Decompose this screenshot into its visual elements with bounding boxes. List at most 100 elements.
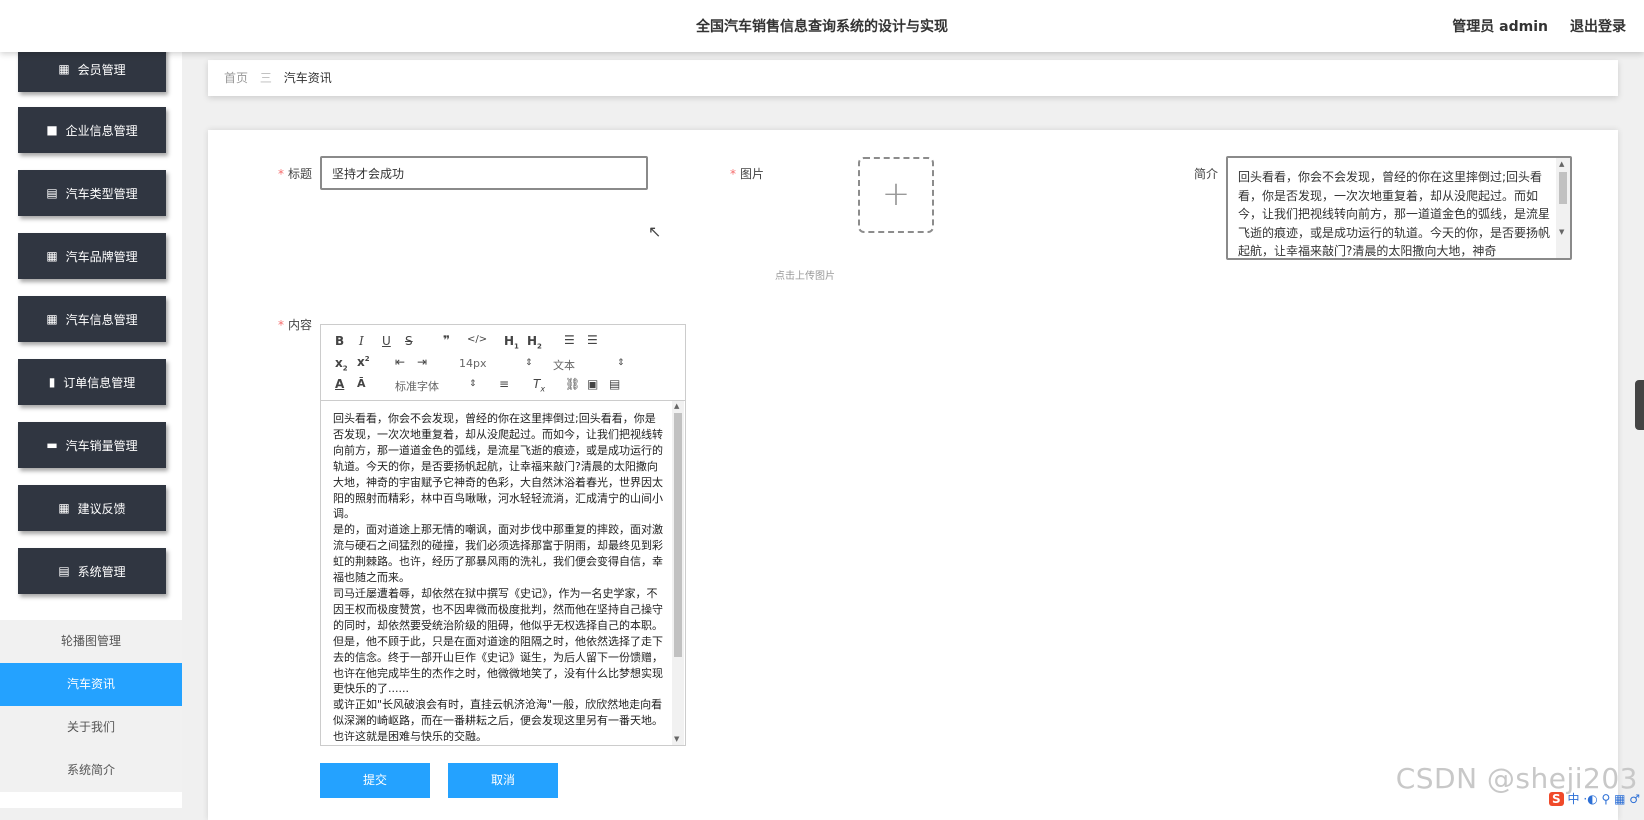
editor-scrollbar[interactable]: ▲ ▼ xyxy=(672,401,684,745)
ime-toolbar[interactable]: S 中 ·◐ ⚲ ▦ ♂ xyxy=(1549,790,1640,807)
menu-car-sales-management[interactable]: ▬ 汽车销量管理 xyxy=(18,422,166,468)
heading2-icon[interactable]: H2 xyxy=(527,334,542,350)
grid-icon: ▦ xyxy=(46,249,58,263)
menu-label: 建议反馈 xyxy=(77,501,126,516)
content-paragraph: 回头看看，你会不会发现，曾经的你在这里摔倒过;回头看看，你是否发现，一次次地重复… xyxy=(333,412,663,521)
monitor-icon: ▬ xyxy=(46,438,58,452)
menu-label: 企业信息管理 xyxy=(65,123,138,138)
content-paragraph: 是的，面对道途上那无情的嘲讽，面对步伐中那重复的摔跤，面对激流与硬石之间猛烈的碰… xyxy=(333,523,663,585)
ime-tools-icon: ·◐ ⚲ ▦ ♂ xyxy=(1583,792,1640,806)
font-family-value: 标准字体 xyxy=(395,380,439,393)
grid-icon: ▦ xyxy=(58,62,70,76)
menu-company-info-management[interactable]: ■ 企业信息管理 xyxy=(18,107,166,153)
block-format-select[interactable]: 文本 ⇕ xyxy=(553,357,627,373)
sidebar: ▦ 会员管理 ■ 企业信息管理 ▤ 汽车类型管理 ▦ 汽车品牌管理 ▦ 汽车信息… xyxy=(0,52,182,808)
scroll-up-icon[interactable]: ▲ xyxy=(674,402,679,410)
ordered-list-icon[interactable]: ☰ xyxy=(564,333,575,347)
current-user-label: 管理员 admin xyxy=(1452,19,1548,35)
grid-icon: ▦ xyxy=(46,312,58,326)
breadcrumb-home[interactable]: 首页 xyxy=(224,71,248,85)
bullet-list-icon[interactable]: ☰ xyxy=(587,333,598,347)
scroll-down-icon[interactable]: ▼ xyxy=(1559,228,1564,236)
mouse-cursor-icon: ↖ xyxy=(648,222,662,241)
outdent-icon[interactable]: ⇤ xyxy=(395,355,405,369)
menu-label: 汽车类型管理 xyxy=(65,186,138,201)
breadcrumb: 首页 三 汽车资讯 xyxy=(208,60,1618,96)
menu-label: 会员管理 xyxy=(77,62,126,77)
menu-order-info-management[interactable]: ▮ 订单信息管理 xyxy=(18,359,166,405)
code-block-icon[interactable]: </> xyxy=(467,334,487,345)
menu-car-type-management[interactable]: ▤ 汽车类型管理 xyxy=(18,170,166,216)
menu-label: 汽车信息管理 xyxy=(65,312,138,327)
cancel-button[interactable]: 取消 xyxy=(448,763,558,798)
breadcrumb-separator-icon: 三 xyxy=(259,71,272,85)
clear-format-icon[interactable]: Tx xyxy=(533,377,545,393)
menu-member-management[interactable]: ▦ 会员管理 xyxy=(18,52,166,92)
breadcrumb-current: 汽车资讯 xyxy=(283,71,332,85)
scroll-up-icon[interactable]: ▲ xyxy=(1559,160,1564,168)
scroll-thumb[interactable] xyxy=(1559,172,1567,204)
content-paragraph: 或许正如"长风破浪会有时，直挂云帆济沧海"一般，欣欣然地走向看似深渊的崎岖路，而… xyxy=(333,698,663,741)
submenu-car-news[interactable]: 汽车资讯 xyxy=(0,663,182,706)
italic-icon[interactable]: I xyxy=(359,334,364,348)
strikethrough-icon[interactable]: S xyxy=(405,334,413,348)
menu-feedback[interactable]: ▦ 建议反馈 xyxy=(18,485,166,531)
app-title: 全国汽车销售信息查询系统的设计与实现 xyxy=(696,19,948,35)
image-icon[interactable]: ▣ xyxy=(587,377,598,391)
clipboard-icon: ▤ xyxy=(46,186,58,200)
title-input[interactable] xyxy=(320,156,648,190)
menu-system-management[interactable]: ▤ 系统管理 xyxy=(18,548,166,594)
align-icon[interactable]: ≡ xyxy=(499,377,509,391)
scroll-thumb[interactable] xyxy=(674,413,682,657)
submenu-about-us[interactable]: 关于我们 xyxy=(0,706,182,749)
grid-icon: ▦ xyxy=(58,501,70,515)
submit-button[interactable]: 提交 xyxy=(320,763,430,798)
submenu-carousel-management[interactable]: 轮播图管理 xyxy=(0,620,182,663)
menu-label: 系统管理 xyxy=(77,564,126,579)
select-arrows-icon: ⇕ xyxy=(617,358,625,368)
editor-toolbar: B I U S ❞ </> H1 H2 ☰ ☰ x2 x2 ⇤ ⇥ 14px ⇕… xyxy=(321,325,685,401)
font-color-icon[interactable]: A xyxy=(335,377,344,391)
video-icon[interactable]: ▤ xyxy=(609,377,620,391)
upload-tip: 点击上传图片 xyxy=(775,271,835,282)
font-size-value: 14px xyxy=(459,357,487,370)
menu-car-brand-management[interactable]: ▦ 汽车品牌管理 xyxy=(18,233,166,279)
menu-label: 汽车销量管理 xyxy=(65,438,138,453)
top-bar: 全国汽车销售信息查询系统的设计与实现 管理员 admin 退出登录 xyxy=(0,0,1644,52)
background-color-icon[interactable]: Ā xyxy=(357,377,366,390)
scroll-down-icon[interactable]: ▼ xyxy=(674,735,679,743)
intro-label: 简介 xyxy=(1193,167,1218,181)
block-format-value: 文本 xyxy=(553,359,575,372)
intro-text: 回头看看，你会不会发现，曾经的你在这里摔倒过;回头看看，你是否发现，一次次地重复… xyxy=(1238,170,1551,258)
image-label: * 图片 xyxy=(729,167,764,181)
intro-scrollbar[interactable]: ▲ ▼ xyxy=(1556,158,1570,258)
link-icon[interactable]: ⛓ xyxy=(565,377,580,391)
subscript-icon[interactable]: x2 xyxy=(335,356,348,372)
font-size-select[interactable]: 14px ⇕ xyxy=(459,357,533,370)
select-arrows-icon: ⇕ xyxy=(469,379,477,389)
superscript-icon[interactable]: x2 xyxy=(357,355,370,369)
select-arrows-icon: ⇕ xyxy=(525,358,533,368)
menu-car-info-management[interactable]: ▦ 汽车信息管理 xyxy=(18,296,166,342)
font-family-select[interactable]: 标准字体 ⇕ xyxy=(395,378,481,394)
clipboard-icon: ▤ xyxy=(58,564,70,578)
ime-mode-label: 中 xyxy=(1567,792,1580,806)
blockquote-icon[interactable]: ❞ xyxy=(443,333,450,347)
title-label: * 标题 xyxy=(277,167,312,181)
content-label: * 内容 xyxy=(277,318,312,332)
plus-icon: + xyxy=(881,174,911,214)
side-drawer-handle[interactable] xyxy=(1635,380,1644,430)
intro-textarea[interactable]: 回头看看，你会不会发现，曾经的你在这里摔倒过;回头看看，你是否发现，一次次地重复… xyxy=(1226,156,1572,260)
bold-icon[interactable]: B xyxy=(335,334,344,348)
editor-content[interactable]: 回头看看，你会不会发现，曾经的你在这里摔倒过;回头看看，你是否发现，一次次地重复… xyxy=(333,411,663,741)
logout-link[interactable]: 退出登录 xyxy=(1570,16,1626,36)
briefcase-icon: ■ xyxy=(46,123,58,137)
ime-logo-icon: S xyxy=(1549,792,1564,806)
submenu-system-intro[interactable]: 系统简介 xyxy=(0,749,182,792)
underline-icon[interactable]: U xyxy=(382,334,391,348)
indent-icon[interactable]: ⇥ xyxy=(417,355,427,369)
rich-text-editor: B I U S ❞ </> H1 H2 ☰ ☰ x2 x2 ⇤ ⇥ 14px ⇕… xyxy=(320,324,686,746)
heading1-icon[interactable]: H1 xyxy=(504,334,519,350)
system-submenu: 轮播图管理 汽车资讯 关于我们 系统简介 xyxy=(0,620,182,792)
image-upload-button[interactable]: + xyxy=(858,157,934,233)
